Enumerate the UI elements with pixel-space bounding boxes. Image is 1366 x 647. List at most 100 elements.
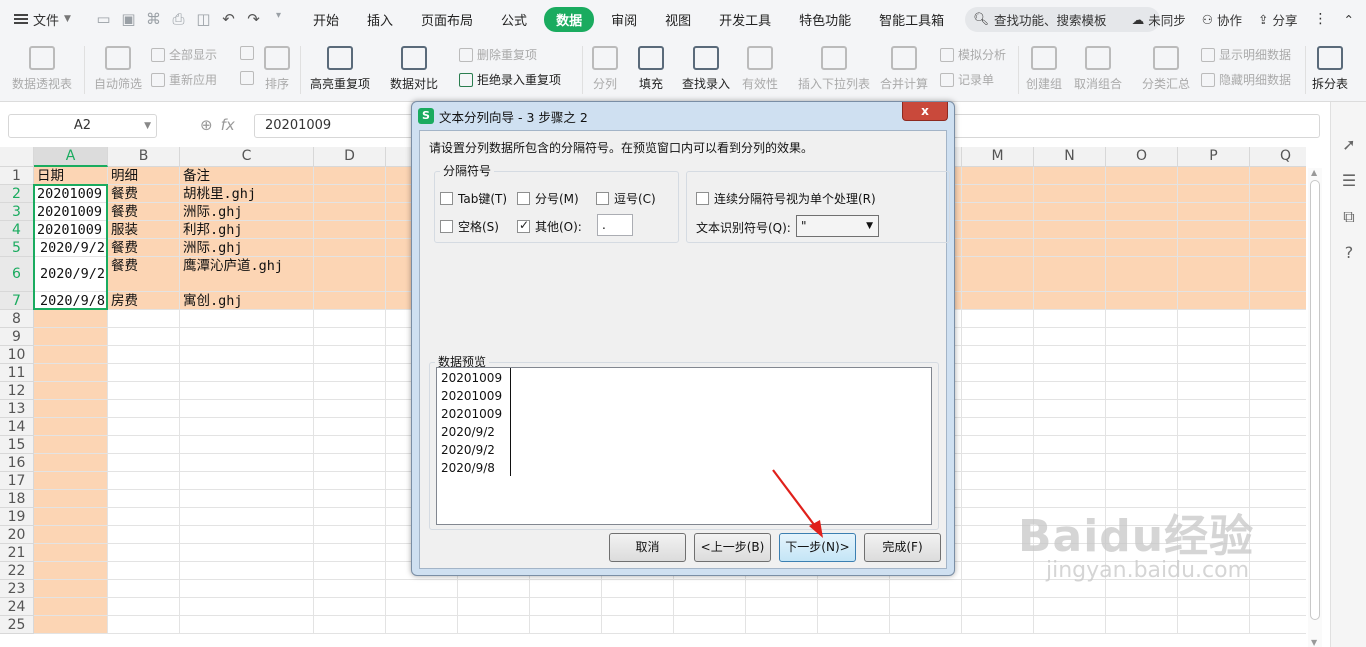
cell-q16[interactable] xyxy=(1250,454,1306,472)
cell-b9[interactable] xyxy=(108,328,180,346)
cell-b23[interactable] xyxy=(108,580,180,598)
validity-button[interactable]: 有效性 xyxy=(742,44,778,92)
cell-p7[interactable] xyxy=(1178,292,1250,310)
cell-d23[interactable] xyxy=(314,580,386,598)
cell-m14[interactable] xyxy=(962,418,1034,436)
cell-q3[interactable] xyxy=(1250,203,1306,221)
cell-d10[interactable] xyxy=(314,346,386,364)
cell-p13[interactable] xyxy=(1178,400,1250,418)
cell-f23[interactable] xyxy=(458,580,530,598)
cell-q11[interactable] xyxy=(1250,364,1306,382)
cell-n9[interactable] xyxy=(1034,328,1106,346)
cell-a25[interactable] xyxy=(34,616,108,634)
collaborate-button[interactable]: ⚇ 协作 xyxy=(1202,10,1242,29)
cell-a24[interactable] xyxy=(34,598,108,616)
tab-smart-toolbox[interactable]: 智能工具箱 xyxy=(868,7,955,32)
row-header-22[interactable]: 22 xyxy=(0,562,34,580)
scroll-down-icon[interactable]: ▼ xyxy=(1311,638,1317,647)
cell-a23[interactable] xyxy=(34,580,108,598)
format-icon[interactable]: ⧉ xyxy=(1340,208,1358,226)
cell-m23[interactable] xyxy=(962,580,1034,598)
cell-q8[interactable] xyxy=(1250,310,1306,328)
cell-n2[interactable] xyxy=(1034,185,1106,203)
cell-c4[interactable]: 利邦.ghj xyxy=(180,221,314,239)
cell-d18[interactable] xyxy=(314,490,386,508)
tab-data[interactable]: 数据 xyxy=(544,6,595,32)
cell-b8[interactable] xyxy=(108,310,180,328)
cell-m22[interactable] xyxy=(962,562,1034,580)
cell-c14[interactable] xyxy=(180,418,314,436)
row-header-23[interactable]: 23 xyxy=(0,580,34,598)
open-folder-icon[interactable]: ▭ xyxy=(94,10,113,28)
hide-detail-button[interactable]: 隐藏明细数据 xyxy=(1201,71,1291,88)
cell-q14[interactable] xyxy=(1250,418,1306,436)
cell-a18[interactable] xyxy=(34,490,108,508)
cell-d14[interactable] xyxy=(314,418,386,436)
split-column-button[interactable]: 分列 xyxy=(592,44,618,92)
cell-k24[interactable] xyxy=(818,598,890,616)
cell-m5[interactable] xyxy=(962,239,1034,257)
cell-h24[interactable] xyxy=(602,598,674,616)
cell-p3[interactable] xyxy=(1178,203,1250,221)
more-icon[interactable]: ▾ xyxy=(269,10,288,28)
cell-c25[interactable] xyxy=(180,616,314,634)
cell-o5[interactable] xyxy=(1106,239,1178,257)
cell-c20[interactable] xyxy=(180,526,314,544)
cell-p1[interactable] xyxy=(1178,167,1250,185)
row-header-20[interactable]: 20 xyxy=(0,526,34,544)
share-button[interactable]: ⇪ 分享 xyxy=(1258,10,1298,29)
cell-d19[interactable] xyxy=(314,508,386,526)
cell-n5[interactable] xyxy=(1034,239,1106,257)
cell-a15[interactable] xyxy=(34,436,108,454)
cell-q21[interactable] xyxy=(1250,544,1306,562)
cell-g23[interactable] xyxy=(530,580,602,598)
cell-p11[interactable] xyxy=(1178,364,1250,382)
cell-c12[interactable] xyxy=(180,382,314,400)
cell-b3[interactable]: 餐费 xyxy=(108,203,180,221)
scroll-thumb[interactable] xyxy=(1310,180,1320,620)
row-header-10[interactable]: 10 xyxy=(0,346,34,364)
cell-n7[interactable] xyxy=(1034,292,1106,310)
cell-d7[interactable] xyxy=(314,292,386,310)
collapse-ribbon-icon[interactable]: ⌃ xyxy=(1344,12,1354,27)
cell-n6[interactable] xyxy=(1034,257,1106,292)
cell-o1[interactable] xyxy=(1106,167,1178,185)
row-header-6[interactable]: 6 xyxy=(0,257,34,292)
cell-o8[interactable] xyxy=(1106,310,1178,328)
qualifier-select[interactable]: " ▼ xyxy=(796,215,879,237)
cell-m12[interactable] xyxy=(962,382,1034,400)
cell-a11[interactable] xyxy=(34,364,108,382)
simulate-analysis-button[interactable]: 模拟分析 xyxy=(940,46,1006,63)
cell-e23[interactable] xyxy=(386,580,458,598)
cell-b25[interactable] xyxy=(108,616,180,634)
select-cursor-icon[interactable]: ➚ xyxy=(1340,136,1358,154)
cell-q24[interactable] xyxy=(1250,598,1306,616)
create-group-button[interactable]: 创建组 xyxy=(1026,44,1062,92)
cell-b14[interactable] xyxy=(108,418,180,436)
cell-p2[interactable] xyxy=(1178,185,1250,203)
cell-m25[interactable] xyxy=(962,616,1034,634)
cell-n11[interactable] xyxy=(1034,364,1106,382)
cell-l25[interactable] xyxy=(890,616,962,634)
row-header-17[interactable]: 17 xyxy=(0,472,34,490)
tab-page-layout[interactable]: 页面布局 xyxy=(410,7,484,32)
cell-o6[interactable] xyxy=(1106,257,1178,292)
cell-n17[interactable] xyxy=(1034,472,1106,490)
fill-button[interactable]: 填充 xyxy=(638,44,664,92)
sort-button[interactable]: 排序 xyxy=(264,44,290,92)
cell-a12[interactable] xyxy=(34,382,108,400)
cell-m16[interactable] xyxy=(962,454,1034,472)
cell-p10[interactable] xyxy=(1178,346,1250,364)
cell-d2[interactable] xyxy=(314,185,386,203)
row-header-8[interactable]: 8 xyxy=(0,310,34,328)
cell-m24[interactable] xyxy=(962,598,1034,616)
cell-m2[interactable] xyxy=(962,185,1034,203)
cell-q4[interactable] xyxy=(1250,221,1306,239)
cell-f25[interactable] xyxy=(458,616,530,634)
data-compare-button[interactable]: 数据对比 xyxy=(390,44,438,92)
cell-c17[interactable] xyxy=(180,472,314,490)
cell-b2[interactable]: 餐费 xyxy=(108,185,180,203)
cell-o16[interactable] xyxy=(1106,454,1178,472)
cell-i25[interactable] xyxy=(674,616,746,634)
tab-home[interactable]: 开始 xyxy=(302,7,350,32)
